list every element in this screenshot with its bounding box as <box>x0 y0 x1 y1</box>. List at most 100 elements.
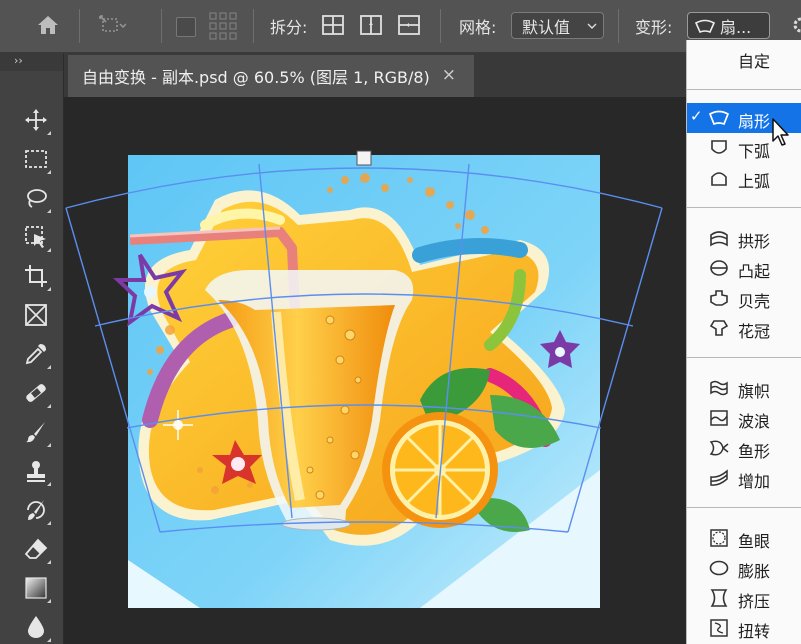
menu-item-fish[interactable]: 鱼形 <box>687 433 801 463</box>
blur-tool[interactable] <box>20 611 52 643</box>
history-brush-icon <box>27 500 45 520</box>
eyedropper-icon <box>25 344 46 365</box>
menu-item-label: 鱼眼 <box>738 532 771 551</box>
shell-lower-icon <box>710 290 728 306</box>
menu-item-arc-upper[interactable]: 上弧 <box>687 163 801 193</box>
menu-item-bulge[interactable]: 凸起 <box>687 253 801 283</box>
separator <box>161 9 162 43</box>
rise-icon <box>710 469 728 486</box>
split-vertical-icon[interactable] <box>359 13 383 37</box>
water-drop-icon <box>28 616 44 638</box>
warp-label: 变形: <box>635 18 673 37</box>
move-icon <box>25 109 47 131</box>
menu-item-label: 波浪 <box>738 412 771 431</box>
healing-brush-tool[interactable] <box>20 377 52 409</box>
menu-divider <box>687 357 801 358</box>
menu-item-fisheye[interactable]: 鱼眼 <box>687 523 801 553</box>
split-cross-icon[interactable] <box>321 13 345 37</box>
bandage-icon <box>26 384 46 402</box>
menu-item-label: 拱形 <box>738 232 771 251</box>
menu-item-label: 增加 <box>738 472 771 491</box>
arch-icon <box>710 231 728 247</box>
menu-divider <box>687 89 801 90</box>
eraser-tool[interactable] <box>20 533 52 565</box>
fisheye-icon <box>710 529 728 547</box>
history-brush-tool[interactable] <box>20 494 52 526</box>
menu-item-flag[interactable]: 旗帜 <box>687 373 801 403</box>
menu-item-custom[interactable]: 自定 <box>687 43 801 73</box>
menu-item-label: 扇形 <box>738 112 771 131</box>
eyedropper-tool[interactable] <box>20 338 52 370</box>
menu-divider <box>687 507 801 508</box>
options-bar: 拆分: 网格: 默认值 变形: 扇... <box>0 0 801 53</box>
brush-tool[interactable] <box>20 416 52 448</box>
grid-dropdown[interactable]: 默认值 <box>511 12 604 39</box>
menu-item-label: 旗帜 <box>738 382 771 401</box>
gradient-icon <box>25 577 47 599</box>
shell-upper-icon <box>709 320 729 336</box>
separator <box>79 9 80 43</box>
menu-item-twist[interactable]: 扭转 <box>687 613 801 643</box>
arc-lower-icon <box>711 140 727 154</box>
frame-icon <box>25 304 47 326</box>
warp-dropdown-value: 扇... <box>720 17 752 37</box>
separator <box>440 9 441 43</box>
menu-item-label: 下弧 <box>738 142 771 161</box>
menu-item-label: 挤压 <box>738 592 771 611</box>
transform-tool-preset-icon[interactable] <box>98 13 127 37</box>
grid-dropdown-value: 默认值 <box>522 17 571 37</box>
menu-item-shell-upper[interactable]: 花冠 <box>687 313 801 343</box>
menu-item-label: 自定 <box>738 52 771 71</box>
clone-stamp-tool[interactable] <box>20 455 52 487</box>
split-horizontal-icon[interactable] <box>397 13 421 37</box>
wave-icon <box>710 410 728 426</box>
gradient-tool[interactable] <box>20 572 52 604</box>
mouse-cursor-icon <box>772 118 789 146</box>
brush-icon <box>26 422 45 443</box>
toggle-reference-checkbox[interactable] <box>176 17 196 37</box>
move-tool[interactable] <box>20 104 52 136</box>
menu-item-shell-lower[interactable]: 贝壳 <box>687 283 801 313</box>
separator <box>618 9 619 43</box>
double-chevron-icon: ›› <box>14 54 23 67</box>
warp-dropdown[interactable]: 扇... <box>687 12 770 39</box>
home-icon[interactable] <box>36 13 60 37</box>
menu-item-wave[interactable]: 波浪 <box>687 403 801 433</box>
object-select-tool[interactable] <box>20 221 52 253</box>
document-tab[interactable]: 自由变换 - 副本.psd @ 60.5% (图层 1, RGB/8) × <box>68 55 474 97</box>
close-icon[interactable]: × <box>442 65 456 85</box>
object-select-icon <box>25 226 46 248</box>
menu-item-inflate[interactable]: 膨胀 <box>687 553 801 583</box>
menu-item-rise[interactable]: 增加 <box>687 463 801 493</box>
artwork-image <box>112 155 600 608</box>
separator <box>253 9 254 43</box>
reference-point-grid-icon[interactable] <box>209 12 237 40</box>
marquee-tool[interactable] <box>20 143 52 175</box>
menu-item-squeeze[interactable]: 挤压 <box>687 583 801 613</box>
crop-tool[interactable] <box>20 260 52 292</box>
collapse-toolbar-button[interactable]: ›› <box>0 53 63 71</box>
menu-item-label: 鱼形 <box>738 442 771 461</box>
inflate-icon <box>709 560 729 576</box>
menu-item-label: 上弧 <box>738 172 771 191</box>
arc-icon <box>694 19 716 33</box>
gear-icon[interactable] <box>789 13 801 37</box>
rectangle-marquee-icon <box>25 150 47 168</box>
twist-icon <box>710 619 728 637</box>
lasso-tool[interactable] <box>20 182 52 214</box>
stamp-icon <box>27 461 45 482</box>
tools-panel: ›› <box>0 53 64 644</box>
fish-icon <box>709 440 729 456</box>
warp-handle-top[interactable] <box>356 150 372 166</box>
arc-icon <box>709 110 729 126</box>
menu-divider <box>687 207 801 208</box>
menu-item-label: 膨胀 <box>738 562 771 581</box>
arc-upper-icon <box>711 172 727 186</box>
eraser-icon <box>24 538 48 559</box>
bulge-icon <box>710 260 728 276</box>
menu-item-arch[interactable]: 拱形 <box>687 223 801 253</box>
lasso-icon <box>27 189 47 208</box>
frame-tool[interactable] <box>20 299 52 331</box>
crop-icon <box>25 265 47 287</box>
menu-item-label: 贝壳 <box>738 292 771 311</box>
